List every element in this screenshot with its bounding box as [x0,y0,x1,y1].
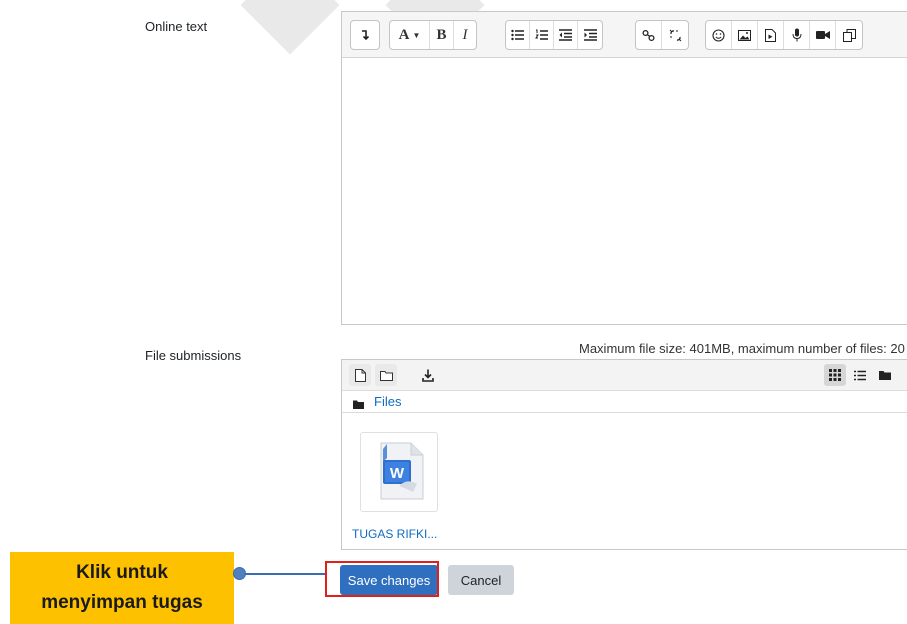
editor-toolbar: A ▼ B I [342,12,907,58]
unlink-icon[interactable] [662,21,688,49]
online-text-content[interactable] [342,58,907,324]
manage-files-icon[interactable] [836,21,862,49]
ordered-list-icon[interactable] [530,21,554,49]
link-icon[interactable] [636,21,662,49]
collapse-icon[interactable] [351,21,379,49]
folder-icon [353,397,364,412]
callout-connector-dot [233,567,246,580]
view-icons-icon[interactable] [824,364,846,386]
save-button-highlight [325,561,439,597]
file-manager-toolbar [342,360,907,391]
italic-icon[interactable]: I [454,21,476,49]
add-file-icon[interactable] [349,364,371,386]
indent-icon[interactable] [578,21,602,49]
download-icon[interactable] [417,364,439,386]
create-folder-icon[interactable] [375,364,397,386]
instruction-callout: Klik untuk menyimpan tugas [10,552,234,624]
file-submissions-label: File submissions [145,348,242,363]
media-icon[interactable] [758,21,784,49]
outdent-icon[interactable] [554,21,578,49]
toolbar-group-text-style: A ▼ B I [389,20,477,50]
callout-connector-line [240,573,325,575]
emoji-icon[interactable] [706,21,732,49]
record-audio-icon[interactable] [784,21,810,49]
svg-text:W: W [390,465,405,482]
toolbar-group-media [705,20,863,50]
cancel-button[interactable]: Cancel [448,565,514,595]
file-name[interactable]: TUGAS RIFKI... [352,527,437,541]
toolbar-group-links [635,20,689,50]
background-decoration [240,0,340,55]
toolbar-group-lists [505,20,603,50]
view-tree-icon[interactable] [874,364,896,386]
view-list-icon[interactable] [849,364,871,386]
file-manager: Files W TUGAS RIFKI... [341,359,907,550]
bold-icon[interactable]: B [430,21,454,49]
word-document-icon: W [373,442,425,503]
image-icon[interactable] [732,21,758,49]
toolbar-group-collapse [350,20,380,50]
file-item[interactable]: W [360,432,438,512]
unordered-list-icon[interactable] [506,21,530,49]
path-files-link[interactable]: Files [374,394,401,409]
online-text-label: Online text [145,19,208,34]
callout-line-1: Klik untuk [76,562,168,583]
max-file-info: Maximum file size: 401MB, maximum number… [579,341,905,356]
font-size-icon[interactable]: A ▼ [390,21,430,49]
callout-line-2: menyimpan tugas [41,592,203,613]
record-video-icon[interactable] [810,21,836,49]
file-manager-path: Files [342,391,907,413]
online-text-editor[interactable]: A ▼ B I [341,11,907,325]
